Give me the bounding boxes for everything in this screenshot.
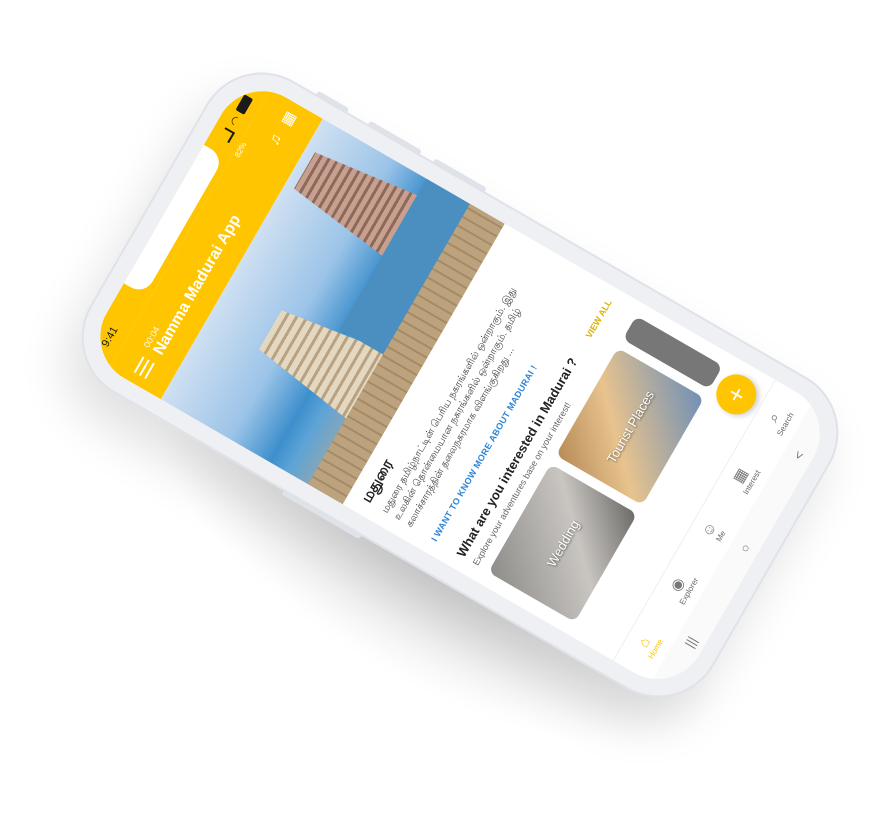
status-time: 9:41 <box>99 324 121 350</box>
card-label: Tourist Places <box>603 387 657 466</box>
back-icon[interactable]: < <box>790 448 807 462</box>
tab-explorer[interactable]: ◉ Explorer <box>663 568 700 607</box>
mute-switch <box>315 90 350 114</box>
card-label: Wedding <box>543 517 582 570</box>
recent-apps-icon[interactable]: ||| <box>681 634 699 650</box>
tab-me[interactable]: ☺ Me <box>698 519 728 545</box>
home-nav-icon[interactable]: ○ <box>736 541 753 555</box>
battery-icon <box>235 94 254 115</box>
wifi-icon: ◠ <box>227 113 243 129</box>
tab-home[interactable]: ⌂ Home <box>632 629 665 660</box>
tab-search[interactable]: ⌕ Search <box>761 403 796 438</box>
menu-icon[interactable] <box>133 356 155 380</box>
calendar-icon[interactable]: ▦ <box>277 108 300 129</box>
signal-icon <box>219 126 235 143</box>
tab-interest[interactable]: ▦ Interest <box>727 460 763 496</box>
